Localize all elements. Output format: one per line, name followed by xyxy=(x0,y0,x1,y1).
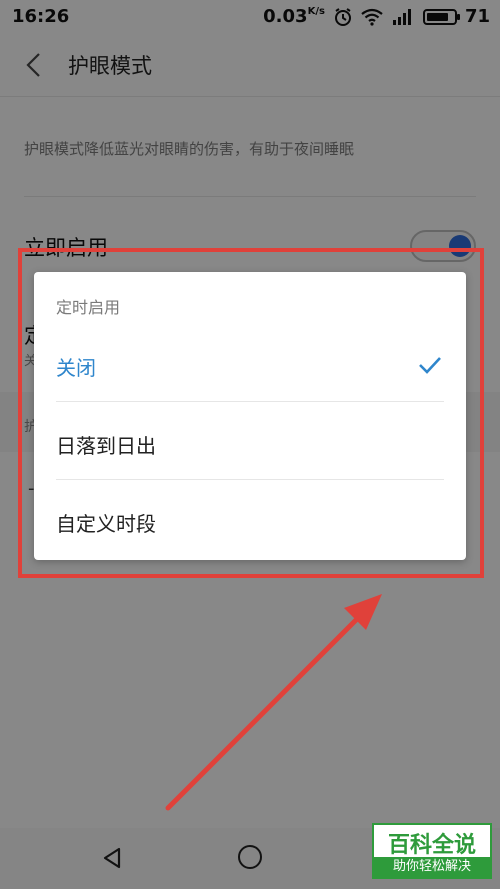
watermark-subtitle: 助你轻松解决 xyxy=(374,857,490,877)
annotation-highlight-box xyxy=(18,248,484,578)
watermark-logo: 百科全说 助你轻松解决 xyxy=(372,823,492,879)
watermark-title: 百科全说 xyxy=(387,833,476,858)
